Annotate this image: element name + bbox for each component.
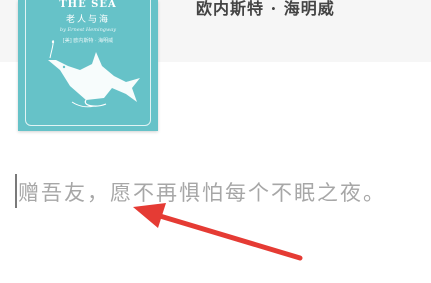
book-cover[interactable]: THE SEA 老人与海 by Ernest Hemingway [美] 欧内斯… bbox=[18, 0, 158, 131]
book-dedication-screen: THE SEA 老人与海 by Ernest Hemingway [美] 欧内斯… bbox=[0, 0, 431, 283]
cover-author-en: by Ernest Hemingway bbox=[59, 27, 117, 33]
cover-title-en: THE SEA bbox=[59, 0, 117, 10]
cover-title-zh: 老人与海 bbox=[65, 15, 110, 25]
book-author: 欧内斯特 · 海明威 bbox=[196, 0, 335, 18]
dedication-text[interactable]: 赠吾友，愿不再惧怕每个不眠之夜。 bbox=[18, 170, 426, 216]
marlin-illustration bbox=[48, 40, 140, 108]
text-cursor bbox=[15, 174, 17, 208]
